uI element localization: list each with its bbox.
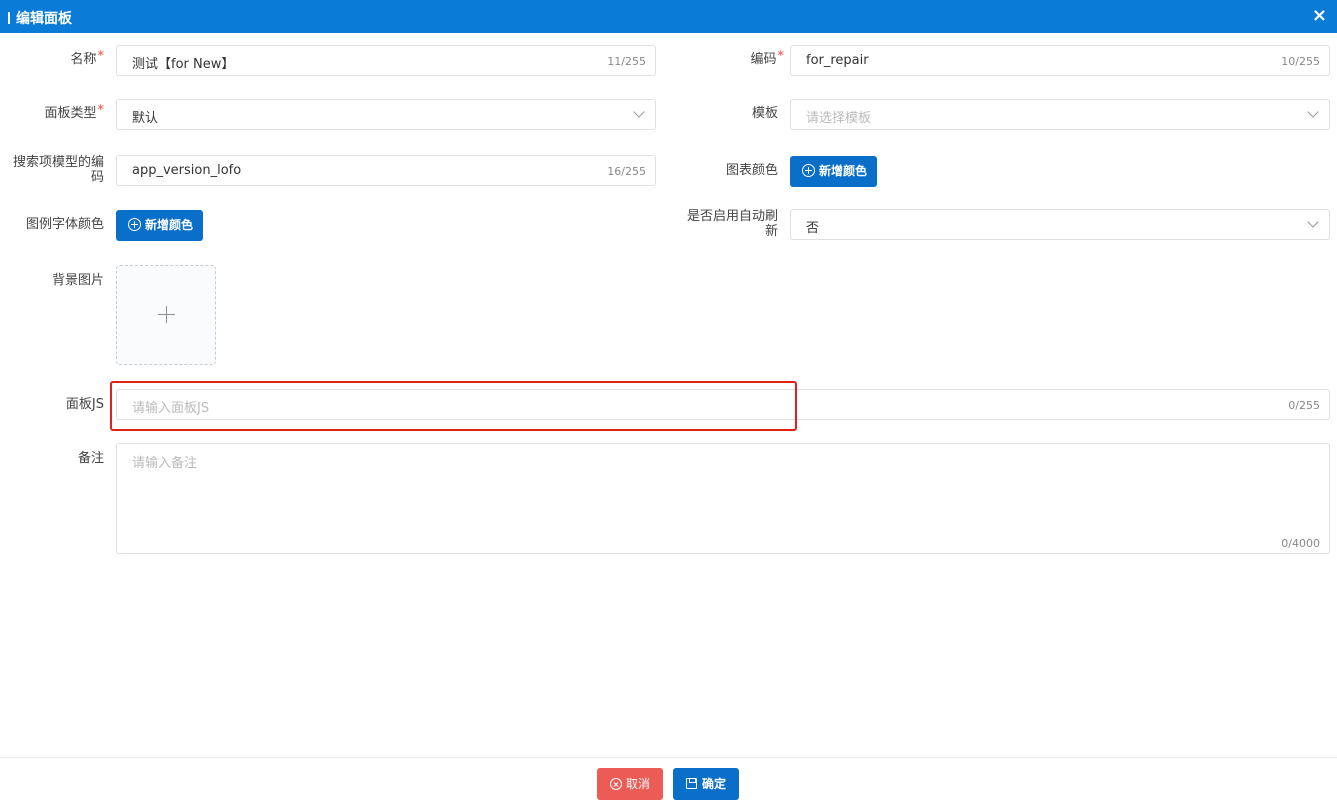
remark-count: 0/4000 bbox=[1281, 537, 1320, 550]
plus-circle-icon bbox=[128, 218, 141, 231]
chevron-down-icon bbox=[1307, 216, 1319, 228]
chevron-down-icon bbox=[1307, 106, 1319, 118]
panel-type-label: 面板类型* bbox=[44, 103, 105, 121]
template-select[interactable]: 请选择模板 bbox=[790, 99, 1330, 130]
chart-color-label: 图表颜色 bbox=[725, 163, 778, 178]
confirm-button[interactable]: 确定 bbox=[673, 768, 739, 800]
auto-refresh-select[interactable]: 否 bbox=[790, 209, 1330, 240]
panel-js-placeholder: 请输入面板JS bbox=[132, 401, 210, 416]
name-value: 测试【for New】 bbox=[132, 57, 235, 72]
title-bar-icon bbox=[8, 12, 10, 24]
save-icon bbox=[685, 778, 697, 789]
template-placeholder: 请选择模板 bbox=[806, 111, 872, 126]
add-legend-color-button[interactable]: 新增颜色 bbox=[116, 210, 204, 241]
plus-icon-vertical bbox=[166, 306, 167, 323]
required-mark: * bbox=[777, 49, 785, 64]
remark-placeholder: 请输入备注 bbox=[132, 456, 198, 471]
dialog-header: 编辑面板 × bbox=[0, 0, 1337, 33]
template-label: 模板 bbox=[751, 106, 778, 121]
name-count: 11/255 bbox=[607, 55, 646, 68]
search-model-code-count: 16/255 bbox=[607, 165, 646, 178]
panel-type-select[interactable]: 默认 bbox=[116, 99, 656, 130]
auto-refresh-value: 否 bbox=[806, 221, 820, 236]
panel-js-count: 0/255 bbox=[1288, 399, 1320, 412]
add-chart-color-button[interactable]: 新增颜色 bbox=[790, 156, 878, 187]
code-input[interactable]: for_repair 10/255 bbox=[790, 45, 1330, 76]
panel-js-label: 面板JS bbox=[65, 397, 104, 412]
close-circle-icon bbox=[609, 778, 622, 790]
required-mark: * bbox=[97, 103, 105, 118]
background-image-label: 背景图片 bbox=[51, 273, 104, 288]
search-model-code-label: 搜索项模型的编码 bbox=[12, 155, 104, 185]
dialog-title: 编辑面板 bbox=[8, 8, 72, 28]
chevron-down-icon bbox=[633, 106, 645, 118]
code-count: 10/255 bbox=[1281, 55, 1320, 68]
required-mark: * bbox=[97, 49, 105, 64]
panel-js-input[interactable]: 请输入面板JS 0/255 bbox=[116, 389, 1330, 420]
cancel-button[interactable]: 取消 bbox=[597, 768, 663, 800]
code-value: for_repair bbox=[806, 53, 869, 68]
remark-textarea[interactable]: 请输入备注 0/4000 bbox=[116, 443, 1330, 554]
search-model-code-input[interactable]: app_version_lofo 16/255 bbox=[116, 155, 656, 186]
auto-refresh-label: 是否启用自动刷新 bbox=[686, 209, 778, 239]
panel-type-value: 默认 bbox=[132, 111, 159, 126]
name-label: 名称* bbox=[70, 49, 105, 67]
search-model-code-value: app_version_lofo bbox=[132, 163, 242, 178]
dialog-title-text: 编辑面板 bbox=[16, 11, 72, 27]
background-image-upload[interactable] bbox=[116, 265, 216, 365]
footer-divider bbox=[0, 757, 1337, 758]
name-input[interactable]: 测试【for New】 11/255 bbox=[116, 45, 656, 76]
plus-circle-icon bbox=[802, 164, 815, 177]
remark-label: 备注 bbox=[77, 451, 104, 466]
code-label: 编码* bbox=[750, 49, 785, 67]
close-icon[interactable]: × bbox=[1312, 5, 1327, 26]
legend-font-color-label: 图例字体颜色 bbox=[25, 217, 104, 232]
